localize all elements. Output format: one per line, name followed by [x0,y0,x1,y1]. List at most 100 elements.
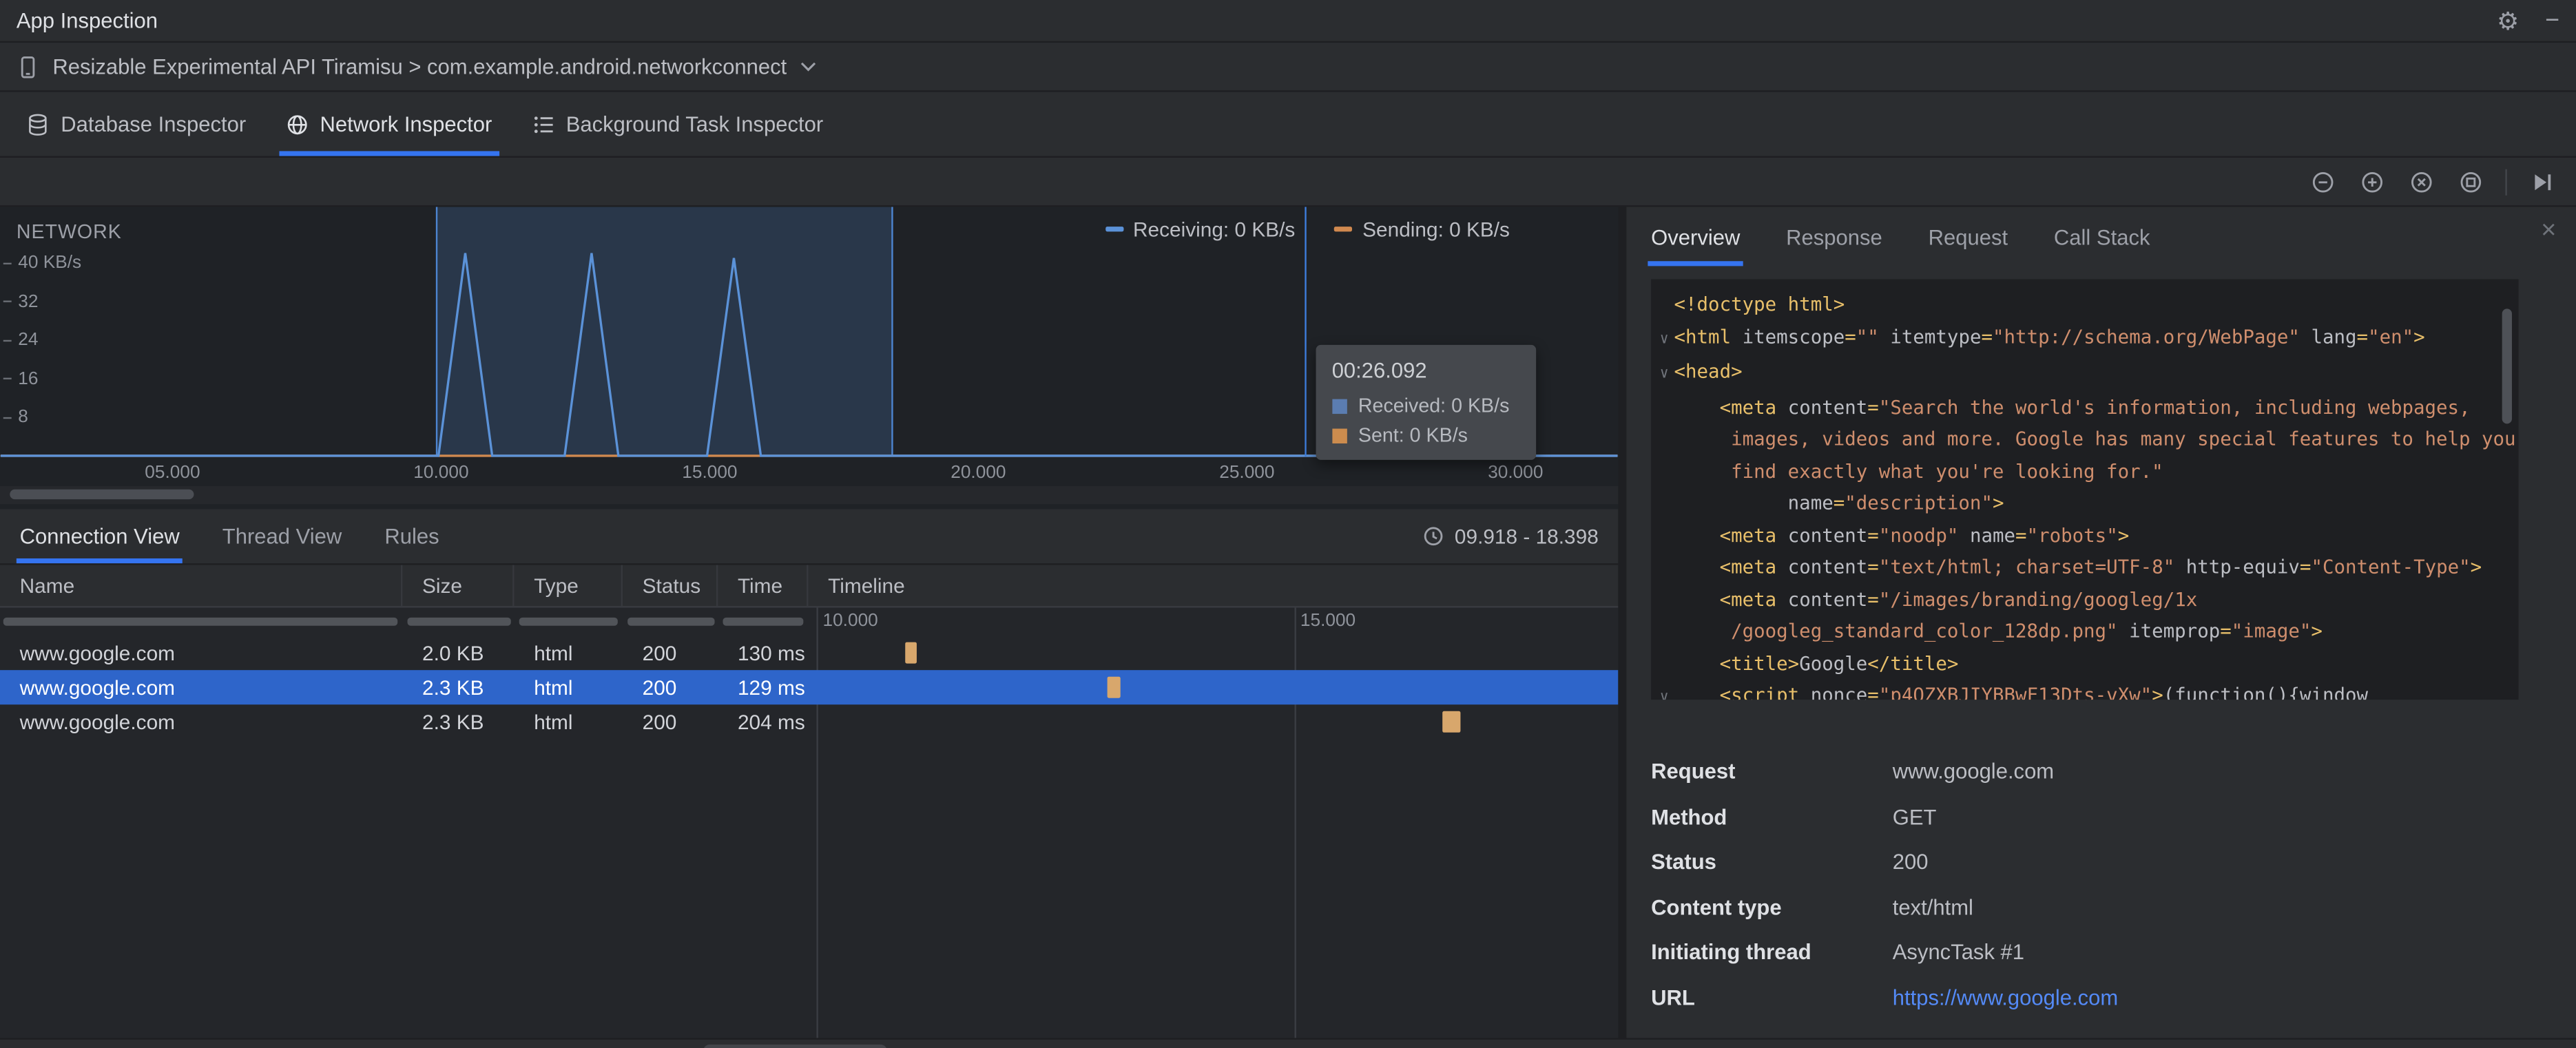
toolwindow-button-run[interactable]: Run [209,1044,299,1048]
fold-icon[interactable]: ∨ [1654,683,1674,700]
app-inspection-window: App Inspection ⚙ − Resizable Experimenta… [0,0,2576,1048]
toolwindow-button-todo[interactable]: TODO [306,1044,417,1048]
go-live-button[interactable] [2526,167,2556,196]
minimize-icon[interactable]: − [2545,7,2559,35]
tab-label: Rules [384,523,439,549]
code-line: ∨ <script nonce="p4QZXBJIYBBwF13Dts-vXw"… [1654,680,2515,700]
toolwindow-button-version-control[interactable]: Version Control [13,1044,202,1048]
connection-rows: www.google.com 2.0 KB html 200 130 ms www.goo… [0,636,1619,739]
zoom-to-selection-icon [2460,171,2482,192]
network-chart-panel[interactable]: 40 KB/s 32 24 16 8 05.000 10.000 15.000 20.000 2… [0,207,1619,510]
tooltip-sent-swatch [1331,428,1347,443]
tab-label: Connection View [19,523,180,549]
column-header-timeline[interactable]: Timeline [809,565,1619,607]
tab-thread-view[interactable]: Thread View [222,509,342,563]
tab-database-inspector[interactable]: Database Inspector [7,92,266,156]
toolwindow-button-app-quality-insights[interactable]: App Quality Insights [1014,1044,1243,1048]
code-line: /googleg_standard_color_128dp.png" itemp… [1674,619,2323,642]
tab-network-inspector[interactable]: Network Inspector [266,92,512,156]
zoom-toolbar [0,158,2576,207]
zoom-in-button[interactable] [2358,167,2387,196]
field-value: AsyncTask #1 [1892,939,2025,965]
fold-icon[interactable]: ∨ [1654,324,1674,357]
tooltip-sent-label: Sent: 0 KB/s [1358,423,1468,447]
zoom-in-icon [2362,171,2383,192]
tooltip-received-swatch [1331,398,1347,413]
url-link[interactable]: https://www.google.com [1893,985,2118,1010]
chevron-down-icon[interactable] [800,61,816,72]
table-subheader [0,608,1618,636]
column-resize-strip [407,617,511,626]
tab-label: Response [1786,224,1882,249]
tooltip-received-label: Received: 0 KB/s [1358,394,1510,417]
detail-field: URL https://www.google.com [1651,975,2551,1020]
cell-type: html [534,710,573,733]
toolwindow-button-app-inspection[interactable]: App Inspection [702,1043,887,1048]
toolwindow-button-profiler[interactable]: Profiler [1490,1044,1607,1048]
phone-icon [21,55,35,78]
column-header-time[interactable]: Time [718,565,809,607]
cell-type: html [534,675,573,699]
code-line: <meta content="noodp" name="robots"> [1674,523,2130,547]
toolwindow-button-logcat[interactable]: Logcat [893,1044,1007,1048]
cell-size: 2.0 KB [422,641,484,664]
column-header-status[interactable]: Status [623,565,718,607]
table-row[interactable]: www.google.com 2.0 KB html 200 130 ms [0,636,1618,670]
column-header-type[interactable]: Type [515,565,623,607]
field-label: URL [1651,985,1695,1010]
detail-field: Content type text/html [1651,884,2551,930]
column-header-name[interactable]: Name [0,565,403,607]
tab-background-task-inspector[interactable]: Background Task Inspector [512,92,843,156]
code-line: name="description"> [1674,491,2004,514]
main-area: 40 KB/s 32 24 16 8 05.000 10.000 15.000 20.000 2… [0,207,2576,1048]
field-value: www.google.com [1892,759,2055,784]
gear-icon[interactable]: ⚙ [2497,6,2519,36]
process-selector[interactable]: Resizable Experimental API Tiramisu > co… [52,54,787,79]
fold-icon[interactable]: ∨ [1654,359,1674,392]
go-live-icon [2535,174,2551,190]
code-scrollbar-thumb[interactable] [2502,308,2512,424]
code-line: <!doctype html> [1674,292,1845,315]
table-row[interactable]: www.google.com 2.3 KB html 200 129 ms [0,670,1619,705]
legend-sending-swatch [1334,227,1353,232]
code-content: <!doctype html> ∨ <html itemscope="" itemt… [1654,289,2516,700]
reset-zoom-button[interactable] [2407,167,2436,196]
selected-time-range: 09.918 - 18.398 [1424,525,1599,547]
toolwindow-button-services[interactable]: Services [1249,1044,1379,1048]
inspector-tabs: Database Inspector Network Inspector Bac… [0,92,2576,158]
tab-rules[interactable]: Rules [384,509,439,563]
column-header-size[interactable]: Size [402,565,515,607]
timeline-bar [904,642,917,664]
toolbar-separator [2505,168,2507,195]
tab-response[interactable]: Response [1786,207,1882,266]
tab-request[interactable]: Request [1929,207,2008,266]
field-value: GET [1892,804,1937,829]
chart-scrollbar-thumb[interactable] [10,489,194,500]
range-label: 09.918 - 18.398 [1454,525,1599,548]
tab-connection-view[interactable]: Connection View [16,509,184,564]
toolwindow-button-terminal[interactable]: Terminal [567,1044,696,1048]
detail-field: Initiating thread AsyncTask #1 [1651,930,2551,975]
detail-field: Request www.google.com [1651,749,2551,795]
tab-call-stack[interactable]: Call Stack [2054,207,2150,266]
tab-label: Network Inspector [320,112,492,136]
zoom-out-button[interactable] [2308,167,2338,196]
field-label: Request [1651,759,1736,784]
cell-size: 2.3 KB [422,675,484,699]
close-icon[interactable]: × [2541,218,2556,244]
chart-scrollbar[interactable] [0,486,1619,505]
field-label: Method [1651,804,1727,829]
table-row[interactable]: www.google.com 2.3 KB html 200 204 ms [0,704,1618,739]
cell-name: www.google.com [19,675,176,699]
tab-overview[interactable]: Overview [1648,207,1744,266]
tab-label: Request [1928,224,2008,249]
legend-sending-label: Sending: 0 KB/s [1362,218,1510,242]
response-preview[interactable]: <!doctype html> ∨ <html itemscope="" itemt… [1651,279,2519,700]
cell-time: 129 ms [737,675,805,699]
legend-receiving-label: Receiving: 0 KB/s [1133,218,1296,242]
task-list-icon [533,116,552,133]
toolwindow-button-problems[interactable]: Problems [423,1044,561,1048]
zoom-to-selection-button[interactable] [2456,167,2486,196]
titlebar: App Inspection ⚙ − [0,0,2576,43]
toolwindow-button-build[interactable]: Build [1386,1044,1484,1048]
